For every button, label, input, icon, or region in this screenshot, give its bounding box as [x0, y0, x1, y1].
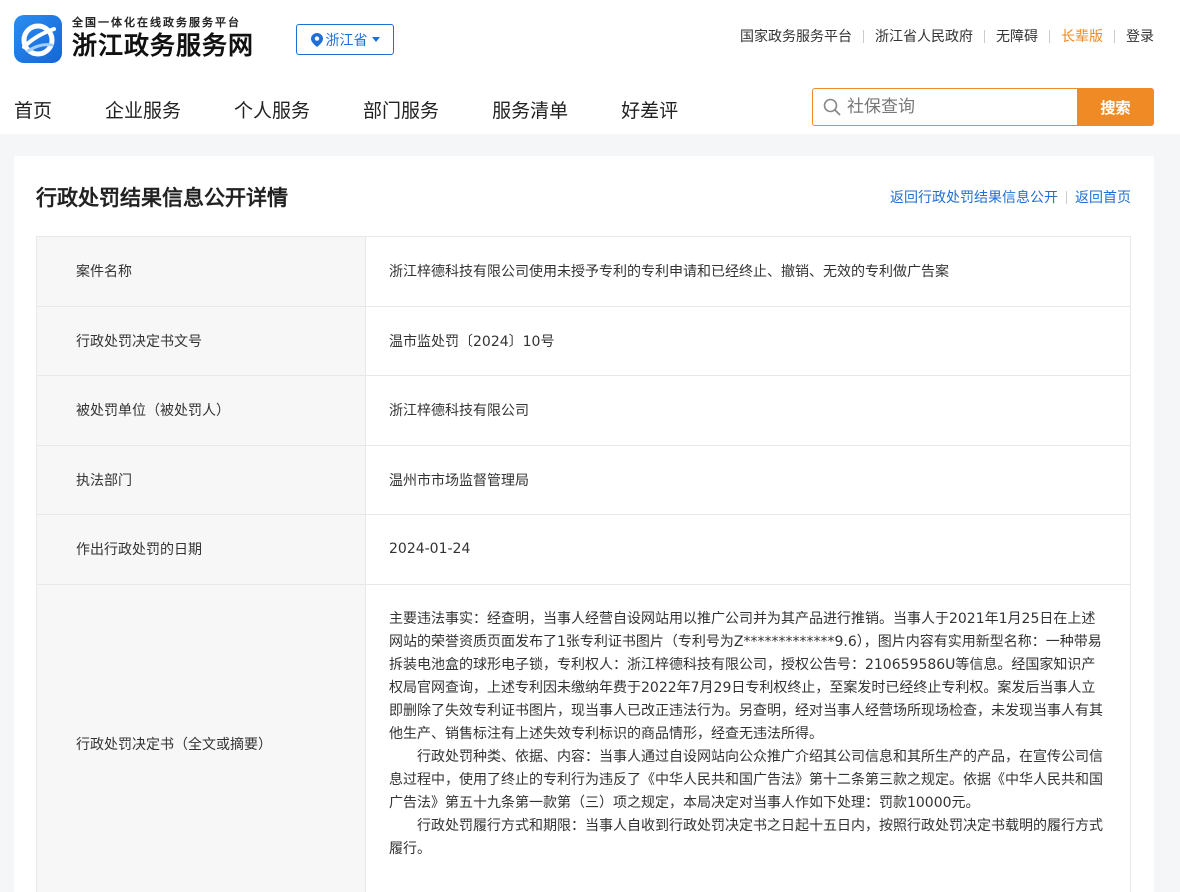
link-accessibility[interactable]: 无障碍 — [996, 26, 1038, 46]
row-value: 浙江梓德科技有限公司使用未授予专利的专利申请和已经终止、撤销、无效的专利做广告案 — [389, 264, 949, 281]
decision-paragraph: 主要违法事实：经查明，当事人经营自设网站用以推广公司并为其产品进行推销。当事人于… — [389, 610, 1103, 742]
table-row: 行政处罚决定书（全文或摘要） 主要违法事实：经查明，当事人经营自设网站用以推广公… — [37, 584, 1130, 892]
divider — [1049, 29, 1050, 43]
search-input[interactable] — [847, 97, 1067, 117]
logo-title: 浙江政务服务网 — [72, 31, 255, 60]
decision-paragraph: 行政处罚履行方式和期限：当事人自收到行政处罚决定书之日起十五日内，按照行政处罚决… — [389, 817, 1103, 857]
region-label: 浙江省 — [325, 32, 368, 49]
row-value: 温市监处罚〔2024〕10号 — [389, 333, 555, 350]
logo-emblem-icon — [14, 15, 62, 63]
card-links: 返回行政处罚结果信息公开 返回首页 — [890, 187, 1131, 207]
divider — [1066, 190, 1067, 204]
site-logo[interactable]: 全国一体化在线政务服务平台 浙江政务服务网 — [14, 14, 254, 64]
link-login[interactable]: 登录 — [1126, 26, 1154, 46]
table-row: 被处罚单位（被处罚人） 浙江梓德科技有限公司 — [37, 376, 1130, 446]
nav-personal-services[interactable]: 个人服务 — [234, 96, 310, 123]
row-value: 温州市市场监督管理局 — [389, 472, 529, 489]
region-selector[interactable]: 浙江省 — [296, 24, 394, 55]
detail-card: 行政处罚结果信息公开详情 返回行政处罚结果信息公开 返回首页 案件名称 浙江梓德… — [14, 156, 1154, 892]
divider — [1114, 29, 1115, 43]
divider — [984, 29, 985, 43]
table-row: 案件名称 浙江梓德科技有限公司使用未授予专利的专利申请和已经终止、撤销、无效的专… — [37, 237, 1130, 307]
row-label: 行政处罚决定书（全文或摘要） — [37, 584, 366, 892]
row-label: 行政处罚决定书文号 — [37, 306, 366, 375]
nav-enterprise-services[interactable]: 企业服务 — [105, 96, 181, 123]
row-label: 执法部门 — [37, 445, 366, 514]
row-label: 作出行政处罚的日期 — [37, 515, 366, 584]
decision-content: 主要违法事实：经查明，当事人经营自设网站用以推广公司并为其产品进行推销。当事人于… — [366, 585, 1130, 892]
divider — [863, 29, 864, 43]
link-national-platform[interactable]: 国家政务服务平台 — [740, 26, 852, 46]
main-nav: 首页 企业服务 个人服务 部门服务 服务清单 好差评 — [14, 94, 731, 124]
link-elder-mode[interactable]: 长辈版 — [1061, 26, 1103, 46]
nav-department-services[interactable]: 部门服务 — [363, 96, 439, 123]
row-value: 2024-01-24 — [389, 541, 471, 558]
logo-subtitle: 全国一体化在线政务服务平台 — [72, 16, 241, 29]
link-provincial-government[interactable]: 浙江省人民政府 — [875, 26, 973, 46]
page-title: 行政处罚结果信息公开详情 — [36, 186, 288, 210]
search-button[interactable]: 搜索 — [1077, 88, 1154, 126]
table-row: 行政处罚决定书文号 温市监处罚〔2024〕10号 — [37, 306, 1130, 376]
table-row: 执法部门 温州市市场监督管理局 — [37, 445, 1130, 515]
caret-down-icon — [371, 37, 380, 42]
detail-table: 案件名称 浙江梓德科技有限公司使用未授予专利的专利申请和已经终止、撤销、无效的专… — [36, 236, 1131, 892]
top-header: 全国一体化在线政务服务平台 浙江政务服务网 浙江省 国家政务服务平台 浙江省人民… — [0, 0, 1180, 134]
decision-paragraph: 行政处罚种类、依据、内容：当事人通过自设网站向公众推广介绍其公司信息和其所生产的… — [389, 748, 1103, 811]
link-back-to-list[interactable]: 返回行政处罚结果信息公开 — [890, 187, 1058, 207]
search-bar: 搜索 — [812, 88, 1154, 126]
nav-rating[interactable]: 好差评 — [621, 96, 678, 123]
link-back-home[interactable]: 返回首页 — [1075, 187, 1131, 207]
location-pin-icon — [310, 32, 323, 47]
table-row: 作出行政处罚的日期 2024-01-24 — [37, 515, 1130, 585]
nav-home[interactable]: 首页 — [14, 96, 52, 123]
search-box — [812, 88, 1077, 126]
top-links: 国家政务服务平台 浙江省人民政府 无障碍 长辈版 登录 — [740, 26, 1154, 46]
row-label: 被处罚单位（被处罚人） — [37, 376, 366, 445]
search-icon — [823, 98, 841, 116]
nav-service-list[interactable]: 服务清单 — [492, 96, 568, 123]
row-value: 浙江梓德科技有限公司 — [389, 403, 529, 420]
row-label: 案件名称 — [37, 237, 366, 306]
